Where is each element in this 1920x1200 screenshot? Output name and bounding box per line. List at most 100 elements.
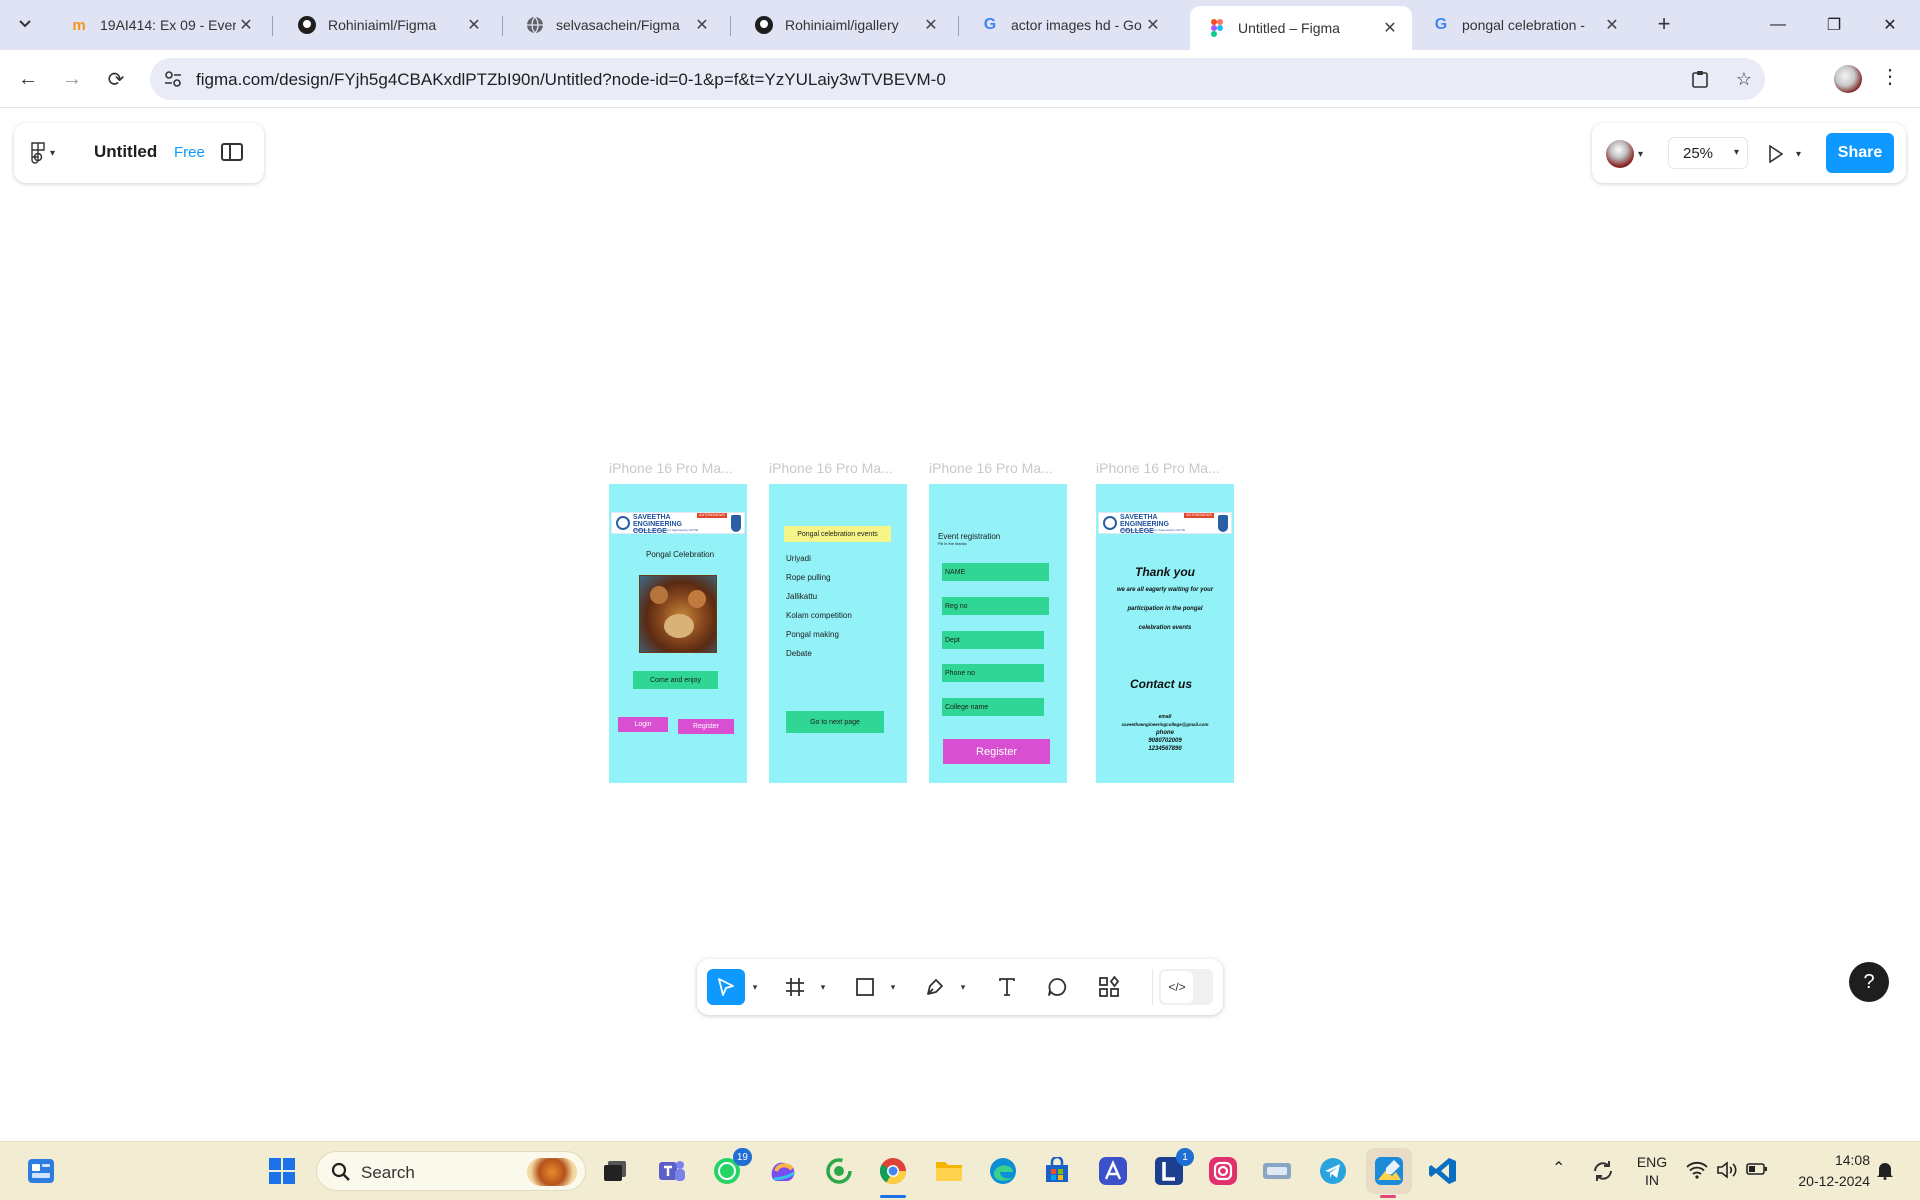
bookmark-star-icon[interactable]: ☆ — [1732, 67, 1756, 91]
go-to-next-page-button[interactable]: Go to next page — [786, 711, 884, 733]
language-indicator[interactable]: ENG IN — [1632, 1153, 1672, 1189]
task-view-icon[interactable] — [598, 1154, 632, 1188]
chevron-down-icon[interactable]: ▾ — [957, 969, 969, 1005]
windows-start-icon[interactable] — [265, 1154, 299, 1188]
l-app-icon[interactable]: 1 — [1152, 1148, 1194, 1188]
shape-tool-button[interactable] — [847, 969, 883, 1005]
name-field[interactable]: NAME — [942, 563, 1049, 581]
frame-thank-you-screen[interactable]: SAVEETHA ENGINEERING COLLEGE AUTONOMOUS … — [1096, 484, 1234, 783]
figma-canvas[interactable]: ▾ Untitled Free ▾ 25% ▾ ▾ Share iPhone 1… — [0, 109, 1920, 1141]
browser-tab-1[interactable]: m 19AI414: Ex 09 - Even ✕ — [52, 6, 268, 44]
arc-app-icon[interactable] — [1096, 1154, 1130, 1188]
search-icon — [331, 1162, 351, 1187]
frame-label-1[interactable]: iPhone 16 Pro Ma... — [609, 460, 733, 476]
browser-tab-5[interactable]: G actor images hd - Go ✕ — [963, 6, 1175, 44]
tab-search-button[interactable] — [10, 9, 40, 39]
tab-divider — [730, 16, 731, 36]
user-avatar-button[interactable]: ▾ — [1606, 139, 1650, 169]
minimize-button[interactable]: — — [1750, 0, 1806, 50]
close-icon[interactable]: ✕ — [692, 15, 712, 35]
frame-welcome-screen[interactable]: SAVEETHA ENGINEERING COLLEGE AUTONOMOUS … — [609, 484, 747, 783]
taskbar-search[interactable]: Search — [316, 1151, 586, 1191]
dev-mode-toggle[interactable]: </> — [1159, 969, 1213, 1005]
refresh-app-icon[interactable] — [822, 1154, 856, 1188]
browser-tab-6-active[interactable]: Untitled – Figma ✕ — [1190, 6, 1412, 50]
whatsapp-icon[interactable]: 19 — [710, 1148, 752, 1188]
instagram-icon[interactable] — [1206, 1154, 1240, 1188]
frame-label-3[interactable]: iPhone 16 Pro Ma... — [929, 460, 1053, 476]
notification-bell-icon[interactable] — [1876, 1160, 1894, 1184]
come-and-enjoy-button[interactable]: Come and enjoy — [633, 671, 718, 689]
chevron-down-icon[interactable]: ▾ — [749, 969, 761, 1005]
teams-icon[interactable] — [655, 1154, 689, 1188]
wifi-icon[interactable] — [1686, 1161, 1708, 1183]
vscode-icon[interactable] — [1426, 1154, 1460, 1188]
register-button[interactable]: Register — [678, 719, 734, 734]
chevron-down-icon[interactable]: ▾ — [887, 969, 899, 1005]
file-title[interactable]: Untitled — [94, 142, 157, 162]
register-submit-button[interactable]: Register — [943, 739, 1050, 764]
microsoft-store-icon[interactable] — [1040, 1154, 1074, 1188]
close-icon[interactable]: ✕ — [921, 15, 941, 35]
windows-taskbar: Search 19 1 ⌃ ENG IN 14:08 20-12-2024 — [0, 1141, 1920, 1200]
frame-registration-screen[interactable]: Event registration Fill in the blanks NA… — [929, 484, 1067, 783]
help-button[interactable]: ? — [1849, 962, 1889, 1002]
edge-icon[interactable] — [986, 1154, 1020, 1188]
close-icon[interactable]: ✕ — [464, 15, 484, 35]
close-window-button[interactable]: ✕ — [1862, 0, 1918, 50]
browser-tab-7[interactable]: G pongal celebration - ✕ — [1414, 6, 1634, 44]
move-tool-button[interactable] — [707, 969, 745, 1005]
restore-button[interactable]: ❐ — [1806, 0, 1862, 50]
browser-tab-2[interactable]: Rohiniaiml/Figma ✕ — [280, 6, 496, 44]
browser-tab-3[interactable]: selvasachein/Figma ✕ — [508, 6, 724, 44]
college-name-field[interactable]: College name — [942, 698, 1044, 716]
share-button[interactable]: Share — [1826, 133, 1894, 173]
system-clock[interactable]: 14:08 20-12-2024 — [1780, 1150, 1870, 1192]
dept-field[interactable]: Dept — [942, 631, 1044, 649]
close-icon[interactable]: ✕ — [1602, 15, 1622, 35]
phone-no-field[interactable]: Phone no — [942, 664, 1044, 682]
present-button[interactable]: ▾ — [1768, 139, 1812, 169]
camu-icon[interactable] — [1260, 1154, 1294, 1188]
pen-tool-button[interactable] — [917, 969, 953, 1005]
address-bar[interactable]: figma.com/design/FYjh5g4CBAKxdlPTZbI90n/… — [150, 58, 1765, 100]
copilot-icon[interactable] — [766, 1154, 800, 1188]
plan-badge[interactable]: Free — [174, 144, 205, 161]
browser-profile-avatar[interactable] — [1834, 65, 1862, 93]
chevron-down-icon[interactable]: ▾ — [817, 969, 829, 1005]
actions-tool-button[interactable] — [1091, 969, 1127, 1005]
sync-icon[interactable] — [1586, 1154, 1620, 1188]
frame-label-4[interactable]: iPhone 16 Pro Ma... — [1096, 460, 1220, 476]
close-icon[interactable]: ✕ — [1380, 18, 1400, 38]
comment-tool-button[interactable] — [1039, 969, 1075, 1005]
chevron-up-icon[interactable]: ⌃ — [1552, 1160, 1565, 1178]
reload-button[interactable]: ⟳ — [100, 63, 132, 95]
file-explorer-icon[interactable] — [932, 1154, 966, 1188]
photos-icon[interactable] — [1366, 1148, 1412, 1194]
site-settings-icon[interactable] — [162, 68, 184, 90]
frame-events-screen[interactable]: Pongal celebration events Uriyadi Rope p… — [769, 484, 907, 783]
clipboard-icon[interactable] — [1688, 67, 1712, 91]
browser-tab-4[interactable]: Rohiniaiml/igallery ✕ — [737, 6, 953, 44]
frame-label-2[interactable]: iPhone 16 Pro Ma... — [769, 460, 893, 476]
main-menu-button[interactable]: ▾ — [30, 139, 70, 167]
text-tool-button[interactable] — [989, 969, 1025, 1005]
zoom-dropdown[interactable]: 25% ▾ — [1668, 137, 1748, 169]
reg-no-field[interactable]: Reg no — [942, 597, 1049, 615]
close-icon[interactable]: ✕ — [1143, 15, 1163, 35]
browser-menu-icon[interactable]: ⋮ — [1880, 64, 1900, 89]
url-text[interactable]: figma.com/design/FYjh5g4CBAKxdlPTZbI90n/… — [196, 70, 946, 90]
forward-button[interactable]: → — [56, 63, 88, 95]
back-button[interactable]: ← — [12, 63, 44, 95]
new-tab-button[interactable]: + — [1650, 10, 1678, 38]
volume-icon[interactable] — [1716, 1161, 1738, 1183]
telegram-icon[interactable] — [1316, 1154, 1350, 1188]
college-tag: AUTONOMOUS — [697, 513, 727, 518]
battery-icon[interactable] — [1746, 1162, 1768, 1180]
login-button[interactable]: Login — [618, 717, 668, 732]
chrome-icon[interactable] — [876, 1154, 910, 1188]
widgets-icon[interactable] — [24, 1154, 58, 1188]
frame-tool-button[interactable] — [777, 969, 813, 1005]
toggle-sidebar-icon[interactable] — [221, 143, 243, 161]
close-icon[interactable]: ✕ — [236, 15, 256, 35]
